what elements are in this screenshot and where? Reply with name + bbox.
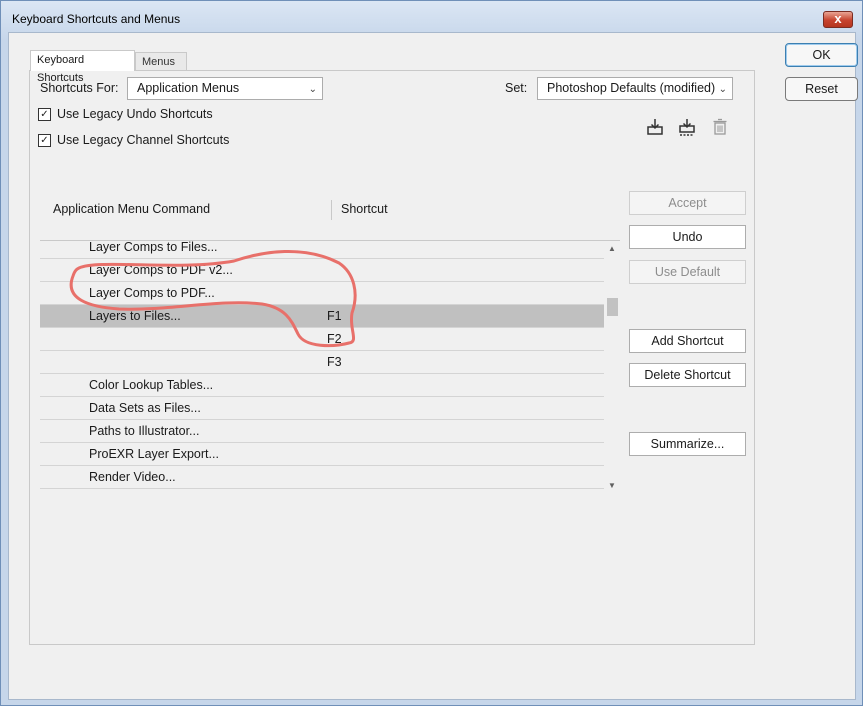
- accept-button[interactable]: Accept: [629, 191, 746, 215]
- list-item[interactable]: Color Lookup Tables...: [40, 374, 604, 397]
- dialog-client-area: Keyboard Shortcuts Menus Shortcuts For: …: [8, 32, 858, 700]
- scrollbar-thumb[interactable]: [607, 298, 618, 316]
- shortcuts-for-select[interactable]: Application Menus ⌄: [127, 77, 323, 100]
- reset-button[interactable]: Reset: [785, 77, 858, 101]
- column-header-command[interactable]: Application Menu Command: [53, 202, 210, 216]
- shortcuts-for-value: Application Menus: [137, 81, 240, 95]
- summarize-button[interactable]: Summarize...: [629, 432, 746, 456]
- set-value: Photoshop Defaults (modified): [547, 81, 716, 95]
- column-divider: [331, 200, 332, 220]
- legacy-undo-label: Use Legacy Undo Shortcuts: [57, 107, 213, 121]
- list-item[interactable]: ProEXR Layer Export...: [40, 443, 604, 466]
- legacy-undo-checkbox[interactable]: ✓: [38, 108, 51, 121]
- add-shortcut-button[interactable]: Add Shortcut: [629, 329, 746, 353]
- shortcut-value[interactable]: F3: [327, 355, 342, 369]
- command-name: Color Lookup Tables...: [89, 378, 214, 392]
- list-item[interactable]: F3: [40, 351, 604, 374]
- list-item-selected[interactable]: Layers to Files... F1: [40, 305, 604, 328]
- shortcut-list[interactable]: Layer Comps to Files... Layer Comps to P…: [40, 240, 620, 493]
- command-name: Render Video...: [89, 470, 176, 484]
- command-name: Layer Comps to Files...: [89, 240, 218, 254]
- scroll-down-icon[interactable]: ▼: [604, 478, 620, 493]
- use-default-button[interactable]: Use Default: [629, 260, 746, 284]
- list-item[interactable]: Data Sets as Files...: [40, 397, 604, 420]
- vertical-scrollbar[interactable]: ▲ ▼: [604, 241, 620, 493]
- delete-set-icon: [710, 117, 730, 137]
- list-header: Application Menu Command Shortcut: [40, 197, 616, 227]
- command-name: Layers to Files...: [89, 309, 181, 323]
- shortcut-value[interactable]: F1: [327, 309, 342, 323]
- command-name: ProEXR Layer Export...: [89, 447, 219, 461]
- delete-shortcut-button[interactable]: Delete Shortcut: [629, 363, 746, 387]
- list-item[interactable]: Paths to Illustrator...: [40, 420, 604, 443]
- list-item[interactable]: Render Video...: [40, 466, 604, 489]
- scroll-up-icon[interactable]: ▲: [604, 241, 620, 257]
- ok-button[interactable]: OK: [785, 43, 858, 67]
- shortcut-value[interactable]: F2: [327, 332, 342, 346]
- command-name: Data Sets as Files...: [89, 401, 201, 415]
- chevron-down-icon: ⌄: [308, 84, 317, 95]
- save-set-icon[interactable]: [645, 117, 665, 137]
- chevron-down-icon: ⌄: [718, 84, 727, 95]
- tab-menus[interactable]: Menus: [135, 52, 187, 72]
- title-bar: Keyboard Shortcuts and Menus x: [1, 1, 862, 35]
- keyboard-shortcuts-panel: Shortcuts For: Application Menus ⌄ Set: …: [29, 70, 755, 645]
- column-header-shortcut[interactable]: Shortcut: [341, 202, 388, 216]
- new-set-icon[interactable]: [677, 117, 697, 137]
- set-label: Set:: [505, 81, 528, 95]
- undo-button[interactable]: Undo: [629, 225, 746, 249]
- dialog-window: Keyboard Shortcuts and Menus x Keyboard …: [0, 0, 863, 706]
- command-name: Paths to Illustrator...: [89, 424, 200, 438]
- close-button[interactable]: x: [823, 11, 853, 28]
- list-item[interactable]: F2: [40, 328, 604, 351]
- command-name: Layer Comps to PDF v2...: [89, 263, 233, 277]
- legacy-channel-label: Use Legacy Channel Shortcuts: [57, 133, 230, 147]
- window-title: Keyboard Shortcuts and Menus: [12, 12, 181, 26]
- list-item[interactable]: Layer Comps to PDF...: [40, 282, 604, 305]
- list-item[interactable]: Layer Comps to Files...: [40, 240, 604, 259]
- legacy-channel-checkbox[interactable]: ✓: [38, 134, 51, 147]
- command-name: Layer Comps to PDF...: [89, 286, 215, 300]
- list-item[interactable]: Layer Comps to PDF v2...: [40, 259, 604, 282]
- tab-keyboard-shortcuts[interactable]: Keyboard Shortcuts: [30, 50, 135, 84]
- set-select[interactable]: Photoshop Defaults (modified) ⌄: [537, 77, 733, 100]
